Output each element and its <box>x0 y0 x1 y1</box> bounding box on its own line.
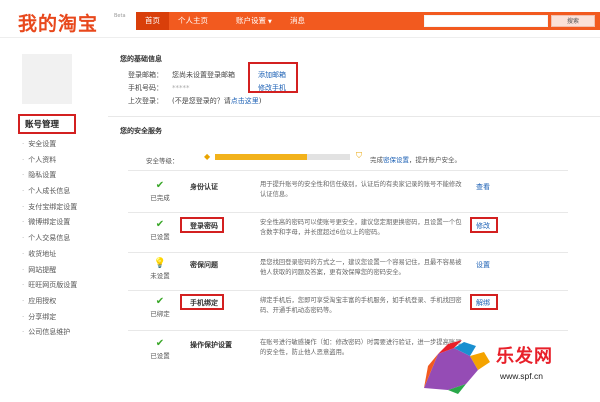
bullet-icon: · <box>22 155 25 164</box>
sidebar-item[interactable]: · 个人成长信息 <box>22 184 77 200</box>
service-name: 身份认证 <box>190 183 218 191</box>
service-description: 是您找回登录密码的方式之一，建议您设置一个容易记住，且最不容易被他人获取的问题及… <box>260 259 462 276</box>
row-divider <box>128 212 568 213</box>
bullet-icon: · <box>22 312 25 321</box>
nav-messages[interactable]: 消息 <box>290 12 305 30</box>
beta-badge: Beta <box>114 13 126 19</box>
watermark-url: www.spf.cn <box>500 371 543 381</box>
search-button[interactable]: 搜索 <box>551 15 595 27</box>
sidebar-item[interactable]: · 网站提醒 <box>22 263 77 279</box>
status-set: ✔ 已设置 <box>146 219 174 241</box>
bullet-icon: · <box>22 171 25 180</box>
phone-value: ***** <box>172 84 190 92</box>
row-divider <box>128 170 568 171</box>
security-level-fill <box>215 154 307 160</box>
last-login-end: ) <box>258 97 262 105</box>
lightbulb-icon: 💡 <box>153 258 167 269</box>
top-header: 我的淘宝 Beta 首页 个人主页 账户设置 ▼ 消息 搜索 <box>0 0 600 38</box>
watermark-logo-art <box>424 340 490 394</box>
check-icon: ✔ <box>155 338 165 349</box>
security-row-security-question: 💡 未设置 密保问题 是您找回登录密码的方式之一，建议您设置一个容易记住，且最不容… <box>108 256 600 290</box>
taobao-logo[interactable]: 我的淘宝 <box>18 9 98 36</box>
bullet-icon: · <box>22 296 25 305</box>
security-level-hint: 完成密保设置，提升账户安全。 <box>370 156 461 164</box>
sidebar-item[interactable]: · 微博绑定设置 <box>22 215 77 231</box>
status-bound: ✔ 已绑定 <box>146 296 174 318</box>
bullet-icon: · <box>22 202 25 211</box>
bullet-icon: · <box>22 328 25 337</box>
click-here-link[interactable]: 点击这里 <box>231 97 259 105</box>
security-services-title: 您的安全服务 <box>120 127 162 135</box>
login-email-row: 登录邮箱： 您尚未设置登录邮箱 <box>128 70 235 80</box>
bullet-icon: · <box>22 187 25 196</box>
basic-info-title: 您的基础信息 <box>120 55 162 63</box>
sidebar-item[interactable]: · 收货地址 <box>22 247 77 263</box>
login-email-value: 您尚未设置登录邮箱 <box>172 71 235 79</box>
check-icon: ✔ <box>155 219 165 230</box>
sidebar-item[interactable]: · 公司信息维护 <box>22 325 77 341</box>
row-divider <box>128 290 568 291</box>
security-row-login-password: ✔ 已设置 登录密码 安全性高的密码可以使账号更安全，建议您定期更换密码，且设置一… <box>108 217 600 251</box>
add-email-link[interactable]: 添加邮箱 <box>258 70 286 80</box>
check-icon: ✔ <box>155 296 165 307</box>
status-set: ✔ 已设置 <box>146 338 174 360</box>
bullet-icon: · <box>22 249 25 258</box>
login-email-label: 登录邮箱： <box>128 71 163 79</box>
service-description: 安全性高的密码可以使账号更安全，建议您定期更换密码，且设置一个包含数字和字母，并… <box>260 219 462 236</box>
sidebar-item[interactable]: · 安全设置 <box>22 137 77 153</box>
sidebar-item[interactable]: · 个人交易信息 <box>22 231 77 247</box>
phone-label: 手机号码： <box>128 84 163 92</box>
security-level-bar <box>215 154 350 160</box>
sidebar-menu: · 安全设置 · 个人资料 · 隐私设置 · 个人成长信息 · 支付宝绑定设置 · 微博绑定… <box>22 137 77 341</box>
phone-row: 手机号码： ***** <box>128 83 190 93</box>
bullet-icon: · <box>22 265 25 274</box>
security-level-label: 安全等级： <box>146 157 179 165</box>
nav-home[interactable]: 首页 <box>136 12 169 30</box>
sidebar-item[interactable]: · 应用授权 <box>22 294 77 310</box>
last-login-row: 上次登录： (不是您登录的？请点击这里) <box>128 96 261 106</box>
security-row-phone-binding: ✔ 已绑定 手机绑定 绑定手机后，您即可享受淘宝丰富的手机服务，如手机登录、手机找… <box>108 294 600 328</box>
status-completed: ✔ 已完成 <box>146 180 174 202</box>
sidebar-title-account-management[interactable]: 账号管理 <box>18 114 76 134</box>
bullet-icon: · <box>22 140 25 148</box>
service-name: 登录密码 <box>190 222 218 230</box>
bullet-icon: · <box>22 234 25 243</box>
chevron-down-icon: ▼ <box>268 19 272 25</box>
nav-personal-page[interactable]: 个人主页 <box>178 12 208 30</box>
sidebar-item[interactable]: · 旺旺网页版设置 <box>22 278 77 294</box>
bullet-icon: · <box>22 281 25 290</box>
row-divider <box>128 330 568 331</box>
diamond-icon: ◆ <box>204 152 211 161</box>
nav-account-settings[interactable]: 账户设置 ▼ <box>236 12 272 30</box>
sidebar-item[interactable]: · 隐私设置 <box>22 168 77 184</box>
row-divider <box>128 252 568 253</box>
sidebar-item[interactable]: · 个人资料 <box>22 153 77 169</box>
last-login-label: 上次登录： <box>128 97 163 105</box>
set-question-link[interactable]: 设置 <box>476 260 490 270</box>
search-input[interactable] <box>424 15 548 27</box>
section-divider <box>108 116 600 117</box>
service-description: 绑定手机后，您即可享受淘宝丰富的手机服务，如手机登录、手机找回密码、开通手机动态… <box>260 297 462 314</box>
view-identity-link[interactable]: 查看 <box>476 182 490 192</box>
bullet-icon: · <box>22 218 25 227</box>
service-name: 密保问题 <box>190 261 218 269</box>
service-description: 用于提升账号的安全性和信任级别，认证后的有卖家记录的账号不能修改认证信息。 <box>260 181 462 198</box>
change-phone-link[interactable]: 修改手机 <box>258 83 286 93</box>
sidebar-item[interactable]: · 分享绑定 <box>22 310 77 326</box>
status-not-set: 💡 未设置 <box>146 258 174 280</box>
check-icon: ✔ <box>155 180 165 191</box>
service-name: 手机绑定 <box>190 299 218 307</box>
security-question-link[interactable]: 密保设置 <box>383 156 409 164</box>
main-navbar: 首页 个人主页 账户设置 ▼ 消息 搜索 <box>136 12 600 30</box>
shield-warning-icon: ⛉ <box>356 151 362 160</box>
unbind-phone-link[interactable]: 解绑 <box>476 298 490 308</box>
security-row-identity: ✔ 已完成 身份认证 用于提升账号的安全性和信任级别，认证后的有卖家记录的账号不能… <box>108 178 600 212</box>
service-name: 操作保护设置 <box>190 341 232 349</box>
modify-password-link[interactable]: 修改 <box>476 221 490 231</box>
last-login-value: (不是您登录的？请 <box>172 97 231 105</box>
watermark-brand: 乐发网 <box>496 346 553 367</box>
sidebar-item[interactable]: · 支付宝绑定设置 <box>22 200 77 216</box>
avatar[interactable] <box>22 54 72 104</box>
nav-account-settings-label: 账户设置 <box>236 16 266 25</box>
